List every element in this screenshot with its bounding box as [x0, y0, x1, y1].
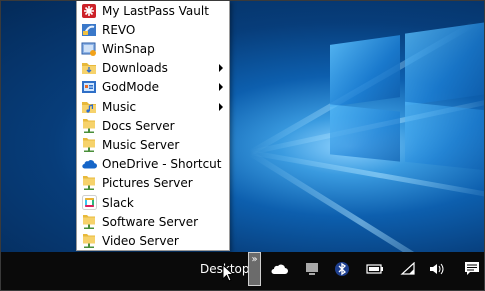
toolbar-expand-button[interactable]: » [248, 252, 261, 286]
menu-item-label: Slack [102, 195, 134, 210]
battery-icon[interactable] [366, 260, 384, 278]
menu-item-label: REVO [102, 22, 136, 37]
control-panel-icon [81, 79, 97, 95]
action-center-icon[interactable] [463, 260, 481, 278]
menu-item-godmode[interactable]: GodMode [77, 78, 229, 97]
menu-item-label: OneDrive - Shortcut [102, 157, 222, 172]
menu-item-software-server[interactable]: Software Server [77, 212, 229, 231]
menu-item-label: Downloads [102, 61, 168, 76]
menu-item-label: My LastPass Vault [102, 3, 209, 18]
menu-item-label: GodMode [102, 80, 159, 95]
menu-item-downloads[interactable]: Downloads [77, 59, 229, 78]
menu-item-onedrive-shortcut[interactable]: OneDrive - Shortcut [77, 155, 229, 174]
menu-item-label: Docs Server [102, 118, 175, 133]
submenu-arrow-icon [219, 83, 223, 92]
menu-item-label: Software Server [102, 214, 199, 229]
music-folder-icon [81, 99, 97, 115]
network-device-icon[interactable] [303, 260, 321, 278]
bluetooth-icon[interactable] [333, 260, 351, 278]
menu-item-pictures-server[interactable]: Pictures Server [77, 174, 229, 193]
menu-item-revo[interactable]: REVO [77, 20, 229, 39]
onedrive-cloud-icon[interactable] [270, 260, 288, 278]
server-folder-icon [81, 137, 97, 153]
server-folder-icon [81, 175, 97, 191]
slack-icon [81, 195, 97, 211]
menu-item-label: WinSnap [102, 41, 155, 56]
menu-item-docs-server[interactable]: Docs Server [77, 116, 229, 135]
menu-item-label: Music [102, 99, 137, 114]
menu-item-slack[interactable]: Slack [77, 193, 229, 212]
menu-item-label: Music Server [102, 137, 180, 152]
mouse-cursor-icon [222, 263, 235, 286]
onedrive-icon [81, 156, 97, 172]
winsnap-icon [81, 41, 97, 57]
desktop-wallpaper [0, 0, 485, 252]
server-folder-icon [81, 118, 97, 134]
server-folder-icon [81, 214, 97, 230]
server-folder-icon [81, 233, 97, 249]
menu-item-winsnap[interactable]: WinSnap [77, 39, 229, 58]
menu-item-music-server[interactable]: Music Server [77, 135, 229, 154]
submenu-arrow-icon [219, 64, 223, 73]
volume-icon[interactable] [428, 260, 446, 278]
wifi-icon[interactable] [399, 260, 417, 278]
lastpass-icon [81, 3, 97, 19]
jump-menu: My LastPass Vault REVO WinSnap Downloads God… [76, 0, 230, 251]
menu-item-video-server[interactable]: Video Server [77, 231, 229, 250]
menu-item-my-lastpass-vault[interactable]: My LastPass Vault [77, 1, 229, 20]
submenu-arrow-icon [219, 102, 223, 111]
revo-icon [81, 22, 97, 38]
folder-icon [81, 60, 97, 76]
menu-item-label: Pictures Server [102, 176, 193, 191]
menu-item-label: Video Server [102, 233, 179, 248]
chevron-double-icon: » [251, 254, 258, 265]
menu-item-music[interactable]: Music [77, 97, 229, 116]
